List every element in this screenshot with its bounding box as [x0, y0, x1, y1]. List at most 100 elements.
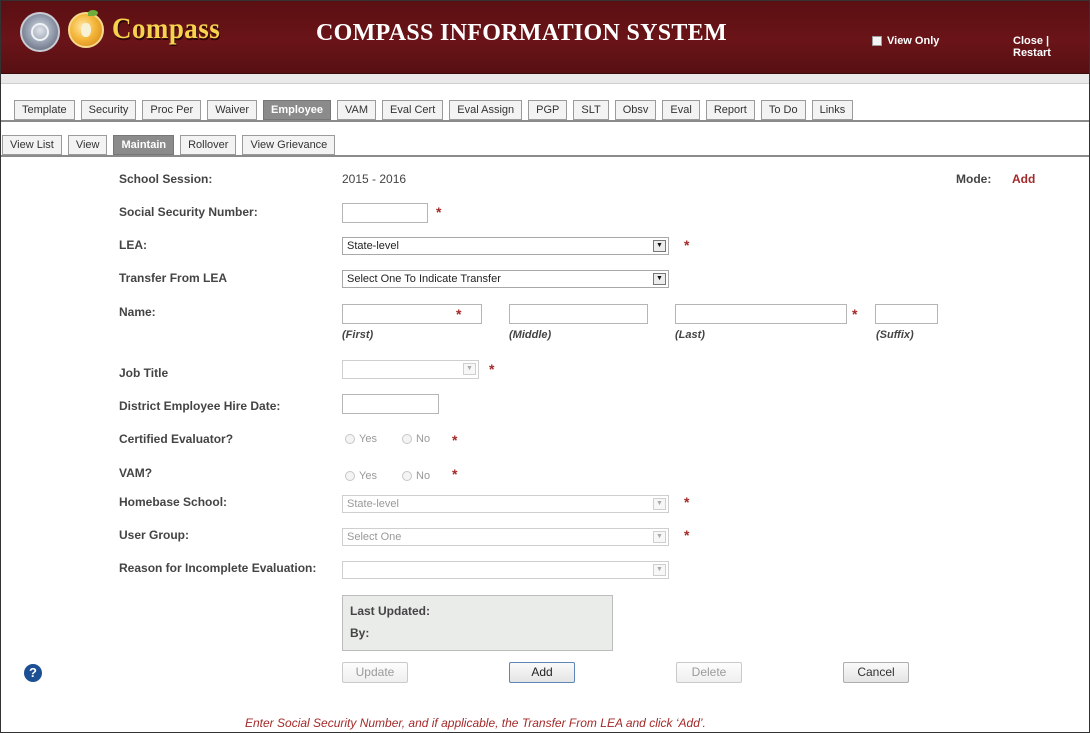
first-name-required-marker: * [456, 306, 462, 322]
help-icon[interactable]: ? [24, 664, 42, 682]
tab-employee[interactable]: Employee [263, 100, 331, 120]
view-only-checkbox[interactable] [872, 36, 882, 46]
homebase-school-required-marker: * [684, 494, 690, 510]
tab-waiver[interactable]: Waiver [207, 100, 258, 120]
brand-logo-text: Compass [112, 12, 221, 45]
chevron-down-icon[interactable]: ▼ [653, 564, 666, 576]
last-name-required-marker: * [852, 306, 858, 322]
radio-yes-label: Yes [359, 433, 377, 445]
system-title: COMPASS INFORMATION SYSTEM [316, 20, 727, 46]
main-tab-bar: Template Security Proc Per Waiver Employee VA… [14, 100, 859, 120]
radio-circle-icon[interactable] [345, 471, 355, 481]
delete-button[interactable]: Delete [676, 662, 742, 683]
view-only-toggle[interactable]: View Only [872, 35, 939, 47]
radio-no-label: No [416, 433, 431, 445]
tab-template[interactable]: Template [14, 100, 75, 120]
last-name-input[interactable] [675, 304, 847, 324]
updated-by-label: By: [350, 626, 370, 640]
sub-tab-bar: View List View Maintain Rollover View Grieva… [2, 135, 341, 155]
radio-yes-label: Yes [359, 470, 377, 482]
tab-links[interactable]: Links [811, 100, 854, 120]
vam-label: VAM? [119, 466, 153, 480]
transfer-lea-select[interactable]: Select One To Indicate Transfer ▼ [342, 270, 669, 288]
radio-circle-icon[interactable] [345, 434, 355, 444]
subtab-view-grievance[interactable]: View Grievance [242, 135, 336, 155]
user-group-required-marker: * [684, 527, 690, 543]
state-seal-icon [20, 12, 60, 52]
mode-value: Add [1012, 172, 1036, 186]
homebase-school-selected-value: State-level [347, 498, 399, 510]
name-label: Name: [119, 305, 156, 319]
certified-evaluator-no-radio[interactable]: No [402, 433, 430, 445]
chevron-down-icon[interactable]: ▼ [653, 531, 666, 543]
instruction-message: Enter Social Security Number, and if app… [245, 716, 706, 730]
suffix-input[interactable] [875, 304, 938, 324]
add-button[interactable]: Add [509, 662, 575, 683]
incomplete-evaluation-reason-label: Reason for Incomplete Evaluation: [119, 561, 317, 575]
subtab-view-list[interactable]: View List [2, 135, 62, 155]
cancel-button[interactable]: Cancel [843, 662, 909, 683]
vam-yes-radio[interactable]: Yes [345, 470, 377, 482]
suffix-caption: (Suffix) [876, 329, 914, 341]
transfer-lea-label: Transfer From LEA [119, 271, 228, 285]
certified-evaluator-yes-radio[interactable]: Yes [345, 433, 377, 445]
incomplete-evaluation-reason-select[interactable]: ▼ [342, 561, 669, 579]
vam-no-radio[interactable]: No [402, 470, 430, 482]
tab-eval[interactable]: Eval [662, 100, 700, 120]
homebase-school-select[interactable]: State-level ▼ [342, 495, 669, 513]
lea-label: LEA: [119, 238, 147, 252]
tab-obsv[interactable]: Obsv [614, 100, 657, 120]
tab-slt[interactable]: SLT [573, 100, 609, 120]
apple-logo-icon [68, 10, 104, 48]
radio-no-label: No [416, 470, 431, 482]
transfer-lea-selected-value: Select One To Indicate Transfer [347, 273, 501, 285]
ssn-label: Social Security Number: [119, 205, 258, 219]
sub-tab-underline [0, 155, 1090, 157]
chevron-down-icon[interactable]: ▼ [653, 240, 666, 252]
tab-security[interactable]: Security [80, 100, 137, 120]
main-tab-underline [0, 120, 1090, 122]
restart-link[interactable]: Restart [1013, 47, 1051, 59]
chevron-down-icon[interactable]: ▼ [463, 363, 476, 375]
radio-circle-icon[interactable] [402, 434, 412, 444]
update-button[interactable]: Update [342, 662, 408, 683]
mode-label: Mode: [956, 172, 992, 186]
header-links: Close | Restart [1013, 35, 1090, 59]
header-link-separator: | [1046, 35, 1050, 47]
last-name-caption: (Last) [675, 329, 705, 341]
vam-required-marker: * [452, 466, 458, 482]
subtab-view[interactable]: View [67, 135, 108, 155]
close-link[interactable]: Close [1013, 35, 1043, 47]
tab-eval-cert[interactable]: Eval Cert [382, 100, 444, 120]
subtab-rollover[interactable]: Rollover [180, 135, 237, 155]
middle-name-caption: (Middle) [509, 329, 552, 341]
tab-to-do[interactable]: To Do [760, 100, 806, 120]
tab-pgp[interactable]: PGP [528, 100, 568, 120]
school-session-label: School Session: [119, 172, 213, 186]
school-session-value: 2015 - 2016 [342, 172, 407, 186]
homebase-school-label: Homebase School: [119, 495, 228, 509]
header-divider [0, 74, 1090, 84]
job-title-select[interactable]: ▼ [342, 360, 479, 379]
tab-report[interactable]: Report [705, 100, 755, 120]
user-group-selected-value: Select One [347, 531, 402, 543]
lea-selected-value: State-level [347, 240, 399, 252]
first-name-caption: (First) [342, 329, 374, 341]
tab-vam[interactable]: VAM [336, 100, 377, 120]
middle-name-input[interactable] [509, 304, 648, 324]
chevron-down-icon[interactable]: ▼ [653, 273, 666, 285]
app-header: Compass COMPASS INFORMATION SYSTEM View … [0, 0, 1090, 74]
radio-circle-icon[interactable] [402, 471, 412, 481]
lea-select[interactable]: State-level ▼ [342, 237, 669, 255]
ssn-input[interactable] [342, 203, 428, 223]
hire-date-input[interactable] [342, 394, 439, 414]
subtab-maintain[interactable]: Maintain [113, 135, 175, 155]
job-title-label: Job Title [119, 366, 169, 380]
chevron-down-icon[interactable]: ▼ [653, 498, 666, 510]
user-group-select[interactable]: Select One ▼ [342, 528, 669, 546]
job-title-required-marker: * [489, 361, 495, 377]
last-updated-panel: Last Updated: By: [342, 595, 613, 651]
certified-evaluator-required-marker: * [452, 432, 458, 448]
tab-eval-assign[interactable]: Eval Assign [449, 100, 523, 120]
tab-proc-per[interactable]: Proc Per [142, 100, 202, 120]
